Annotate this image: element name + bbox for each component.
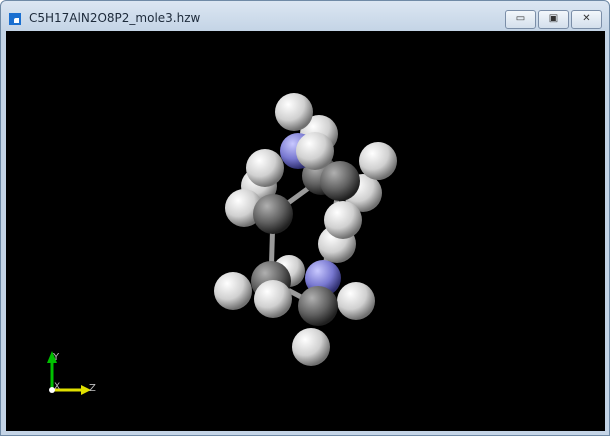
hydrogen-atom[interactable] (214, 272, 252, 310)
close-button[interactable]: ✕ (571, 10, 602, 29)
carbon-atom[interactable] (320, 161, 360, 201)
hydrogen-atom[interactable] (246, 149, 284, 187)
axis-y-label: Y (52, 352, 60, 363)
hydrogen-atom[interactable] (296, 132, 334, 170)
carbon-atom[interactable] (253, 194, 293, 234)
hydrogen-atom[interactable] (337, 282, 375, 320)
hydrogen-atom[interactable] (292, 328, 330, 366)
axis-x-label: X (54, 382, 60, 392)
axis-indicator: Y X Z (47, 351, 96, 395)
axis-z-label: Z (89, 383, 96, 394)
window-title: C5H17AlN2O8P2_mole3.hzw (29, 11, 201, 25)
hydrogen-atom[interactable] (254, 280, 292, 318)
molecule-viewport[interactable]: Y X Z (6, 31, 605, 431)
hydrogen-atom[interactable] (324, 201, 362, 239)
app-icon (9, 13, 21, 25)
hydrogen-atom[interactable] (275, 93, 313, 131)
minimize-button[interactable]: ▭ (505, 10, 536, 29)
molecule-svg: Y X Z (47, 93, 397, 395)
maximize-button[interactable]: ▣ (538, 10, 569, 29)
hydrogen-atom[interactable] (359, 142, 397, 180)
window: C5H17AlN2O8P2_mole3.hzw ▭ ▣ ✕ Y X Z (0, 0, 610, 436)
carbon-atom[interactable] (298, 286, 338, 326)
